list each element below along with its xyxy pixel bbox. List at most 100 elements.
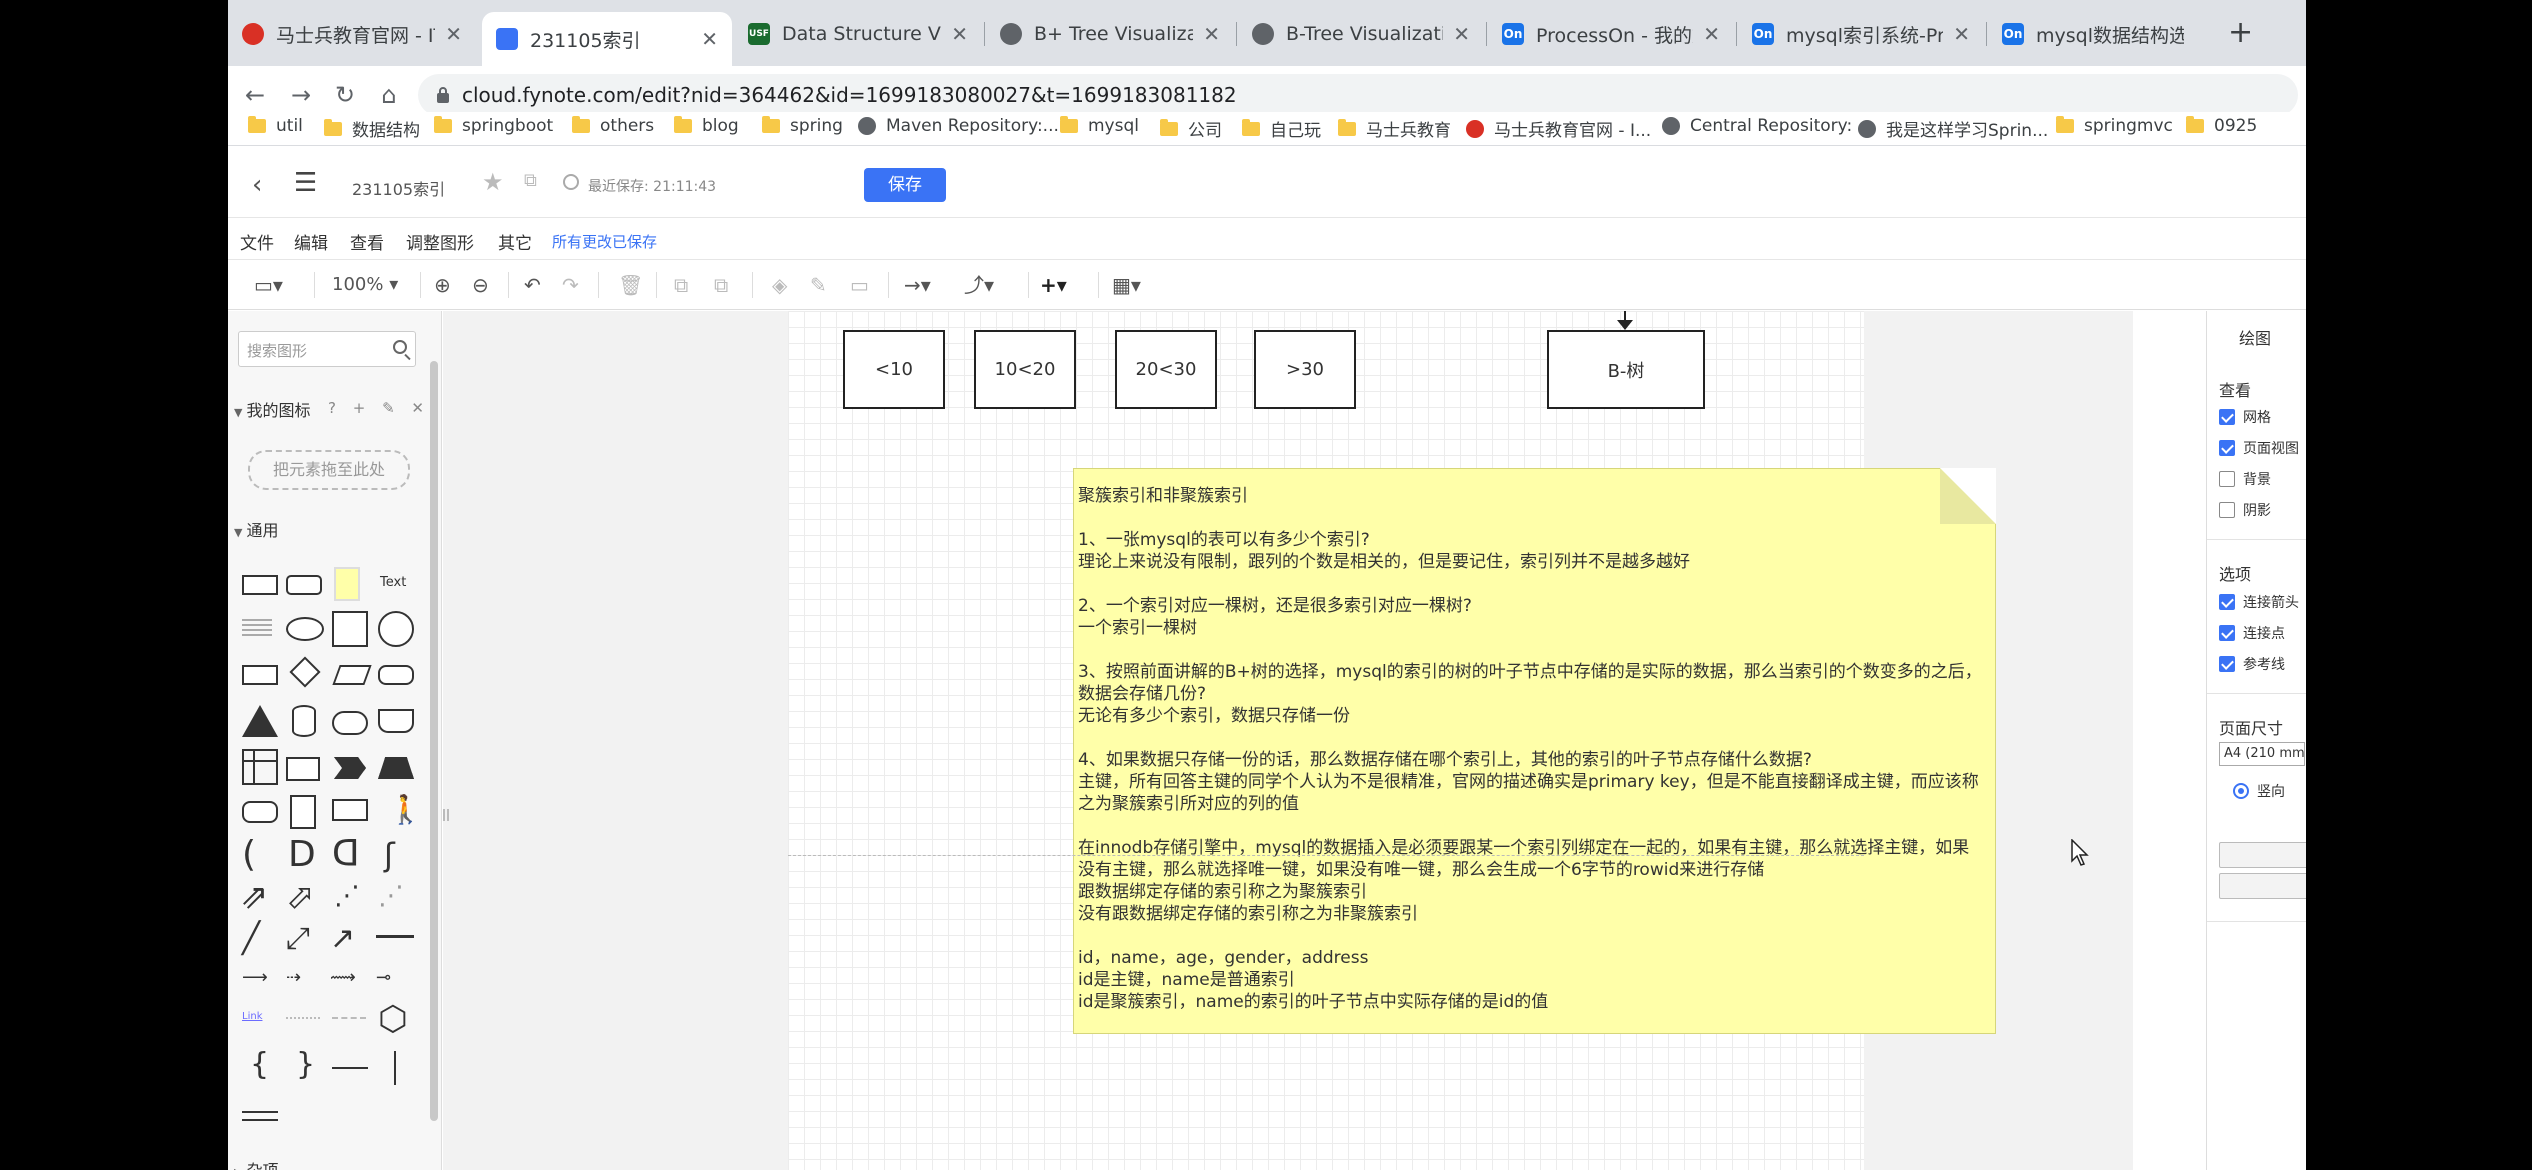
- shape-link-connector-icon[interactable]: ⟿: [330, 967, 356, 988]
- new-tab-button[interactable]: +: [2228, 16, 2253, 50]
- shape-dotted-line[interactable]: [286, 1017, 320, 1019]
- redo-icon[interactable]: ↷: [562, 272, 579, 298]
- search-shapes-input[interactable]: 搜索图形: [238, 331, 416, 367]
- connection-points-checkbox[interactable]: 连接点: [2219, 623, 2285, 643]
- search-icon[interactable]: [393, 340, 407, 354]
- menu-other[interactable]: 其它: [498, 229, 532, 254]
- to-back-icon[interactable]: ⧉: [714, 272, 728, 298]
- shape-line-icon[interactable]: ╱: [242, 921, 260, 956]
- bookmark-others[interactable]: others: [572, 116, 654, 136]
- shadow-icon[interactable]: ▭: [850, 272, 869, 298]
- shape-rectangle[interactable]: [242, 575, 278, 595]
- tab-1[interactable]: 231105索引 ✕: [482, 12, 732, 66]
- shape-circle[interactable]: [378, 611, 414, 647]
- shape-panel-scrollbar[interactable]: [430, 361, 438, 1121]
- shape-process[interactable]: [242, 665, 278, 685]
- my-icons-tools[interactable]: ? + ✎ ✕: [328, 399, 430, 417]
- table-icon[interactable]: ▦▾: [1112, 272, 1141, 298]
- shape-right-brace-icon[interactable]: }: [296, 1047, 315, 1082]
- bookmark-spring-learn[interactable]: 我是这样学习Sprin...: [1858, 116, 2048, 141]
- note-text[interactable]: 聚簇索引和非聚簇索引 1、一张mysql的表可以有多少个索引? 理论上来说没有限…: [1078, 485, 1985, 1013]
- tab-6[interactable]: On mysql索引系统-Proce ✕: [1738, 14, 1984, 54]
- delete-icon[interactable]: 🗑: [618, 272, 643, 298]
- shape-actor-icon[interactable]: 🚶: [388, 793, 423, 826]
- star-icon[interactable]: ★: [482, 168, 504, 196]
- shape-note[interactable]: [334, 567, 360, 601]
- back-button[interactable]: ←: [238, 78, 272, 112]
- shape-document[interactable]: [378, 709, 414, 733]
- shape-link-arrow-icon[interactable]: ⟶: [242, 967, 268, 988]
- shape-double-line[interactable]: [242, 1111, 278, 1121]
- shape-arrow-icon[interactable]: ⬀: [286, 877, 315, 917]
- bookmark-blog[interactable]: blog: [674, 116, 739, 136]
- background-checkbox[interactable]: 背景: [2219, 469, 2271, 489]
- close-icon[interactable]: ✕: [1453, 22, 1470, 46]
- bookmark-central-repo[interactable]: Central Repository:: [1662, 116, 1852, 136]
- bookmark-msb-site[interactable]: 马士兵教育官网 - I...: [1466, 116, 1651, 141]
- bookmark-maven[interactable]: Maven Repository:...: [858, 116, 1059, 136]
- shape-callout[interactable]: [332, 799, 368, 821]
- canvas-splitter[interactable]: [443, 809, 449, 821]
- page-size-select[interactable]: A4 (210 mm x 297 mm): [2219, 742, 2305, 766]
- all-changes-saved[interactable]: 所有更改已保存: [552, 231, 657, 252]
- shape-trapezoid[interactable]: [378, 757, 414, 779]
- my-icons-header[interactable]: ▼ 我的图标: [234, 397, 310, 421]
- tab-3[interactable]: B+ Tree Visualization ✕: [986, 14, 1234, 54]
- shape-square[interactable]: [332, 611, 368, 647]
- close-icon[interactable]: ✕: [1703, 22, 1720, 46]
- to-front-icon[interactable]: ⧉: [674, 272, 688, 298]
- menu-file[interactable]: 文件: [240, 229, 274, 254]
- bookmark-spring[interactable]: spring: [762, 116, 843, 136]
- shape-delay-icon[interactable]: D: [288, 837, 316, 873]
- tab-0[interactable]: 马士兵教育官网 - IT职 ✕: [228, 14, 476, 54]
- shape-link-label-icon[interactable]: Link: [242, 1011, 262, 1022]
- line-color-icon[interactable]: ✎: [810, 272, 827, 298]
- bookmark-company[interactable]: 公司: [1160, 116, 1222, 141]
- menu-edit[interactable]: 编辑: [294, 229, 328, 254]
- tab-4[interactable]: B-Tree Visualization ✕: [1238, 14, 1484, 54]
- page-view-checkbox[interactable]: 页面视图: [2219, 438, 2299, 458]
- shape-parallelogram[interactable]: [332, 665, 372, 685]
- close-icon[interactable]: ✕: [951, 22, 968, 46]
- tab-5[interactable]: On ProcessOn - 我的文件 ✕: [1488, 14, 1734, 54]
- guides-checkbox[interactable]: 参考线: [2219, 654, 2285, 674]
- shape-dashed-line-icon[interactable]: ⋰: [334, 881, 360, 911]
- shape-link-dashed-icon[interactable]: ⇢: [286, 967, 301, 988]
- portrait-radio[interactable]: 竖向: [2233, 781, 2285, 801]
- shadow-checkbox[interactable]: 阴影: [2219, 500, 2271, 520]
- shape-card[interactable]: [290, 795, 316, 829]
- edit-data-button[interactable]: [2219, 842, 2306, 868]
- shape-dotted-line-icon[interactable]: ⋰: [378, 881, 404, 911]
- shape-directional-connector-icon[interactable]: ↗: [330, 921, 355, 956]
- drawing-canvas[interactable]: <10 10<20 20<30 >30 B-树 聚簇索引和非聚簇索引 1、一张m…: [443, 311, 2133, 1170]
- format-panel-title[interactable]: 绘图: [2239, 325, 2271, 349]
- zoom-select[interactable]: 100% ▾: [332, 272, 398, 298]
- menu-arrange[interactable]: 调整图形: [406, 229, 474, 254]
- chevron-left-icon[interactable]: ‹: [252, 170, 262, 200]
- menu-view[interactable]: 查看: [350, 229, 384, 254]
- clear-default-style-button[interactable]: [2219, 873, 2306, 899]
- shape-internal-storage[interactable]: [242, 749, 278, 785]
- shape-tape[interactable]: [242, 801, 278, 823]
- bookmark-msb[interactable]: 马士兵教育: [1338, 116, 1451, 141]
- zoom-out-icon[interactable]: ⊖: [472, 272, 489, 298]
- node-less-than-10[interactable]: <10: [843, 330, 945, 409]
- node-10-to-20[interactable]: 10<20: [974, 330, 1076, 409]
- general-header[interactable]: ▼ 通用: [234, 517, 278, 541]
- bookmark-mysql[interactable]: mysql: [1060, 116, 1139, 136]
- node-greater-than-30[interactable]: >30: [1254, 330, 1356, 409]
- shape-cube[interactable]: [286, 757, 320, 781]
- bookmark-springmvc[interactable]: springmvc: [2056, 116, 2173, 136]
- bookmark-data-structure[interactable]: 数据结构: [324, 116, 420, 141]
- bookmark-0925[interactable]: 0925: [2186, 116, 2257, 136]
- grid-checkbox[interactable]: 网格: [2219, 407, 2271, 427]
- drop-zone[interactable]: 把元素拖至此处: [248, 450, 410, 490]
- shape-text[interactable]: Text: [380, 575, 406, 590]
- shape-curve-icon[interactable]: ʃ: [384, 837, 395, 873]
- close-icon[interactable]: ✕: [1953, 22, 1970, 46]
- tab-7[interactable]: On mysql数据结构选择-P: [1988, 14, 2198, 54]
- node-b-tree[interactable]: B-树: [1547, 330, 1705, 409]
- node-20-to-30[interactable]: 20<30: [1115, 330, 1217, 409]
- panel-toggle-icon[interactable]: ▭▾: [254, 272, 283, 298]
- shape-step[interactable]: [334, 757, 366, 779]
